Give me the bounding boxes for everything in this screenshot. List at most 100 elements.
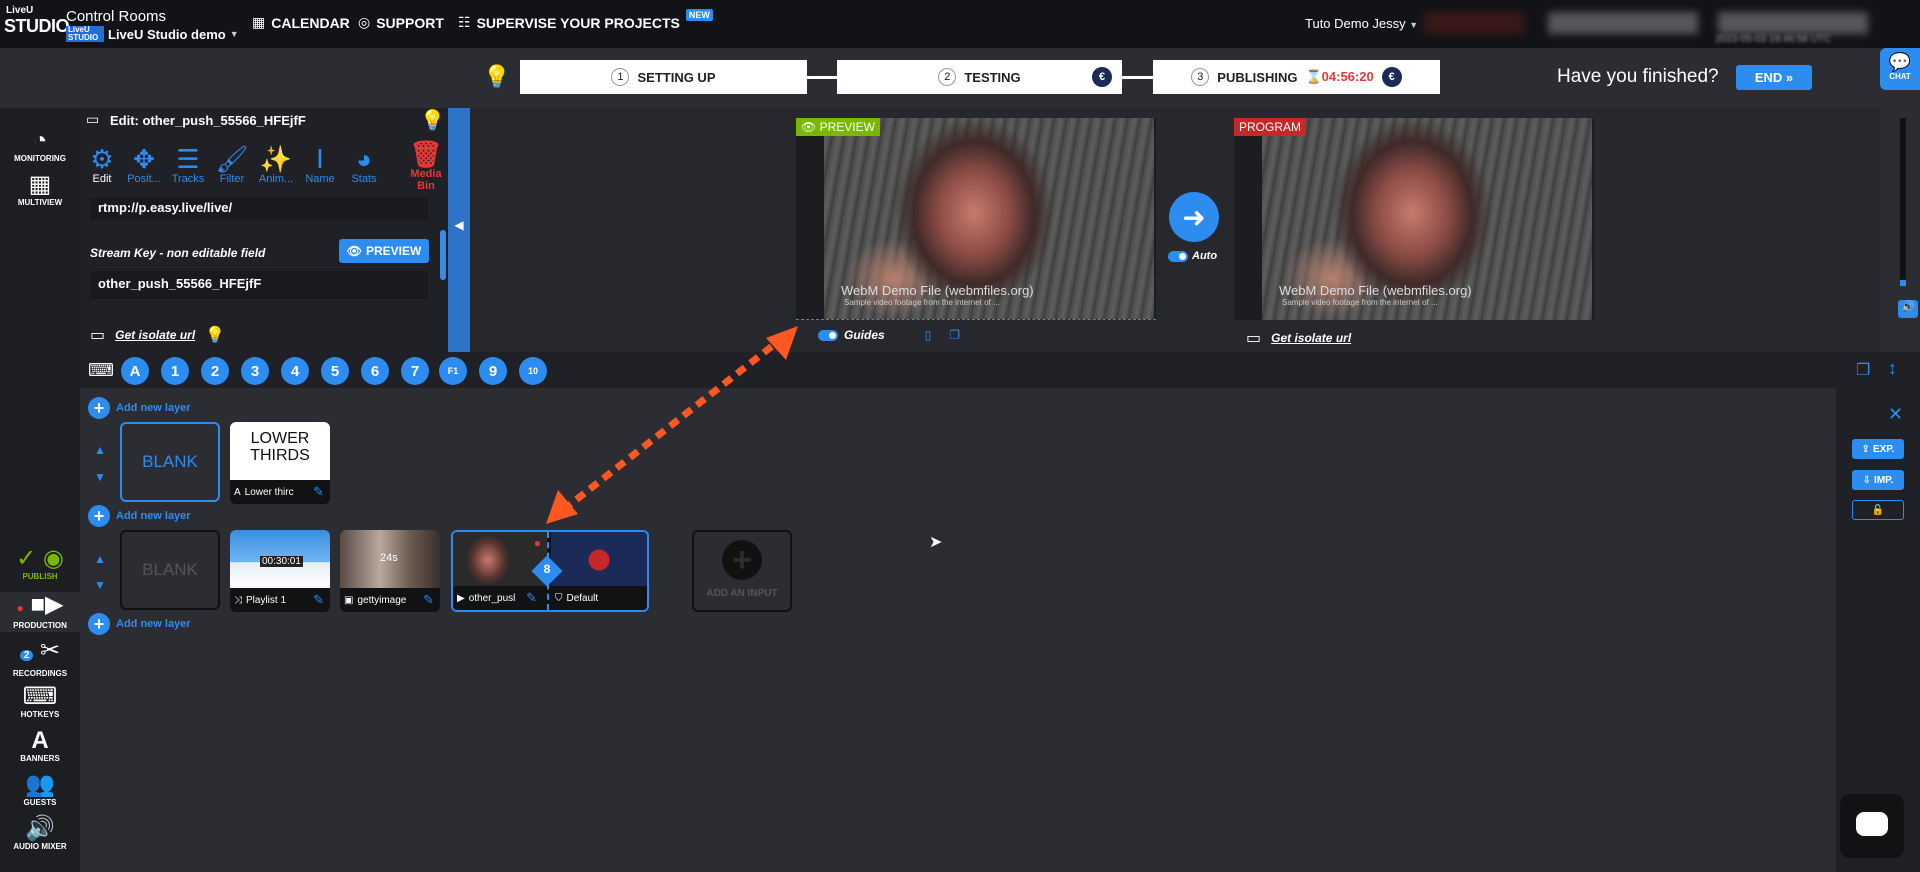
add-layer-top[interactable]: + Add new layer [88, 397, 191, 419]
pencil-icon[interactable]: ✎ [526, 590, 537, 606]
stream-key-field[interactable]: other_push_55566_HFEjfF [90, 271, 428, 299]
pencil-icon[interactable]: ✎ [313, 592, 324, 608]
lightbulb-icon[interactable]: 💡 [420, 108, 445, 133]
step-connector [1121, 76, 1153, 79]
layer-down-icon[interactable]: ▼ [94, 578, 106, 592]
plus-icon: + [722, 540, 762, 580]
tool-position[interactable]: ✥ Posit... [122, 145, 166, 185]
close-icon[interactable]: ✕ [1888, 404, 1903, 425]
nav-support[interactable]: ◎ SUPPORT [358, 14, 444, 31]
move-icon: ✥ [133, 144, 155, 174]
camera-icon: ● ■▶ [16, 591, 64, 618]
push-input-group[interactable]: ● ▶ other_pusl ✎ ⛉ Default 8 [451, 530, 649, 612]
hotkey-9[interactable]: 9 [479, 357, 507, 385]
hotkey-2[interactable]: 2 [201, 357, 229, 385]
isolate-url-link[interactable]: Get isolate url [1271, 331, 1351, 345]
blank-tile-active[interactable]: BLANK [120, 422, 220, 502]
rail-audio-mixer[interactable]: 🔊 AUDIO MIXER [0, 816, 80, 852]
chat-button[interactable]: 💬 CHAT [1880, 48, 1920, 90]
end-button[interactable]: END » [1736, 65, 1812, 90]
room-selector[interactable]: LiveU STUDIO LiveU Studio demo ▼ [66, 26, 239, 42]
collapse-panel-bar[interactable]: ◀ [448, 108, 470, 352]
step-testing[interactable]: 2 TESTING € [837, 60, 1122, 94]
mobile-icon[interactable]: ▯ [925, 328, 932, 342]
mouse-cursor-icon: ➤ [929, 534, 943, 551]
copy-icon[interactable]: ❐ [949, 328, 960, 342]
tool-animation[interactable]: ✨ Anim... [254, 145, 298, 185]
rail-multiview[interactable]: ▦ MULTIVIEW [0, 172, 80, 208]
lightbulb-icon[interactable]: 💡 [483, 64, 510, 90]
hotkey-a[interactable]: A [121, 357, 149, 385]
copy-icon[interactable]: ❐ [1856, 360, 1870, 380]
transition-button[interactable]: ➜ [1169, 192, 1219, 242]
blank-tile[interactable]: BLANK [120, 530, 220, 610]
tool-stats[interactable]: ◕ Stats [342, 145, 386, 185]
auto-toggle[interactable]: Auto [1168, 250, 1217, 262]
hotkey-4[interactable]: 4 [281, 357, 309, 385]
isolate-url-row: ▭ Get isolate url 💡 [90, 325, 225, 345]
isolate-url-link[interactable]: Get isolate url [115, 328, 195, 342]
logo-studio[interactable]: STUDIO [4, 16, 70, 37]
layer-up-icon[interactable]: ▲ [94, 443, 106, 457]
rail-recordings[interactable]: 2 ✂ RECORDINGS [0, 638, 80, 679]
hotkey-5[interactable]: 5 [321, 357, 349, 385]
url-field[interactable]: rtmp://p.easy.live/live/ [90, 198, 428, 220]
grid-icon: ☷ [458, 14, 471, 30]
lower-thirds-tile[interactable]: LOWER THIRDS A Lower thirc ✎ [230, 422, 330, 504]
speaker-icon[interactable]: 🔊 [1898, 300, 1918, 318]
chevron-down-icon: ▼ [1409, 20, 1419, 30]
pencil-icon[interactable]: ✎ [313, 484, 324, 500]
guides-toggle[interactable]: Guides ▯ ❐ [818, 328, 960, 342]
toggle-switch[interactable] [818, 329, 838, 341]
brush-icon: 🖌 [215, 144, 249, 174]
rail-production[interactable]: ● ■▶ PRODUCTION [0, 592, 80, 632]
tool-edit[interactable]: ⚙ Edit [80, 145, 124, 185]
preview-button[interactable]: 👁 PREVIEW [339, 239, 429, 263]
support-chat-widget[interactable] [1840, 794, 1904, 858]
default-tile[interactable]: ⛉ Default [551, 532, 647, 610]
eye-icon: 👁 [801, 120, 817, 134]
export-button[interactable]: ⇪ EXP. [1852, 439, 1904, 459]
nav-calendar[interactable]: ▦ CALENDAR [252, 14, 350, 31]
hotkey-7[interactable]: 7 [401, 357, 429, 385]
annotation-arrow [546, 326, 798, 524]
eye-icon: 👁 [346, 244, 362, 258]
hotkey-1[interactable]: 1 [161, 357, 189, 385]
keyboard-icon[interactable]: ⌨ [88, 360, 114, 381]
rail-guests[interactable]: 👥 GUESTS [0, 772, 80, 808]
rail-hotkeys[interactable]: ⌨ HOTKEYS [0, 684, 80, 720]
layer-up-icon[interactable]: ▲ [94, 552, 106, 566]
step-setting-up[interactable]: 1 SETTING UP [520, 60, 807, 94]
getty-tile[interactable]: 24s ▣ gettyimage ✎ [340, 530, 440, 612]
lock-button[interactable]: 🔓 [1852, 500, 1904, 520]
rail-publish[interactable]: ✓ ◉ PUBLISH [0, 545, 80, 582]
import-button[interactable]: ⇩ IMP. [1852, 470, 1904, 490]
rail-banners[interactable]: A BANNERS [0, 728, 80, 764]
user-menu[interactable]: Tuto Demo Jessy ▼ [1305, 16, 1418, 31]
tool-filter[interactable]: 🖌 Filter [210, 145, 254, 185]
pencil-icon[interactable]: ✎ [423, 592, 434, 608]
add-input-tile[interactable]: + ADD AN INPUT [692, 530, 792, 612]
add-layer-middle[interactable]: + Add new layer [88, 505, 191, 527]
tool-tracks[interactable]: ☰ Tracks [166, 145, 210, 185]
resize-vertical-icon[interactable]: ↕ [1888, 358, 1897, 379]
playlist-tile[interactable]: 00:30:01 ⤨ Playlist 1 ✎ [230, 530, 330, 612]
add-layer-bottom[interactable]: + Add new layer [88, 613, 191, 635]
toggle-switch[interactable] [1168, 250, 1188, 262]
nav-supervise[interactable]: ☷ SUPERVISE YOUR PROJECTS NEW [458, 8, 713, 31]
lightbulb-icon[interactable]: 💡 [205, 325, 225, 345]
hotkey-3[interactable]: 3 [241, 357, 269, 385]
scrollbar[interactable] [440, 230, 446, 280]
tool-name[interactable]: Ⅰ Name [298, 145, 342, 185]
broadcast-icon: ✓ ◉ [16, 545, 64, 572]
preview-monitor[interactable]: WebM Demo File (webmfiles.org) Sample vi… [796, 118, 1156, 320]
shield-icon: ⛉ [555, 592, 563, 604]
step-publishing[interactable]: 3 PUBLISHING ⌛04:56:20 € [1153, 60, 1440, 94]
program-monitor[interactable]: WebM Demo File (webmfiles.org) Sample vi… [1234, 118, 1594, 320]
rail-monitoring[interactable]: ◔ MONITORING [0, 128, 80, 164]
media-bin-button[interactable]: 🗑 Media Bin [406, 140, 446, 192]
layer-down-icon[interactable]: ▼ [94, 470, 106, 484]
plus-icon: + [88, 397, 110, 419]
hotkey-f1[interactable]: F1 [439, 357, 467, 385]
hotkey-6[interactable]: 6 [361, 357, 389, 385]
